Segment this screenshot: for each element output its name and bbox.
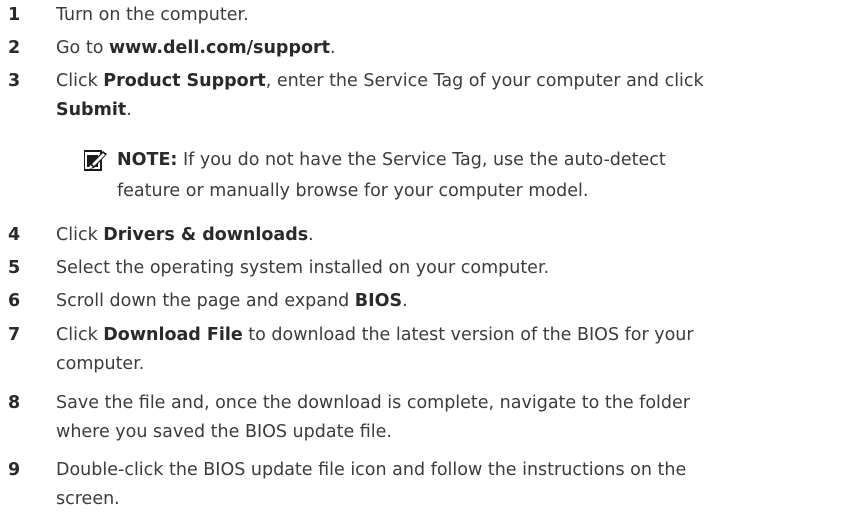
step-text-segment: . (126, 100, 132, 120)
support-url: www.dell.com/support (108, 38, 331, 58)
step-text-segment: Click (56, 225, 104, 245)
submit-label: Submit (56, 100, 127, 120)
step-text: Double-click the BIOS update file icon a… (56, 456, 846, 514)
step-text: Click Download File to download the late… (56, 321, 846, 379)
step-number: 8 (8, 393, 21, 413)
step-text-segment: . (308, 225, 314, 245)
note-text-segment: If you do not have the Service Tag, use … (177, 150, 666, 170)
bios-label: BIOS (354, 291, 403, 311)
step-text-segment: Click (56, 325, 104, 345)
step-text-segment: Click (56, 71, 104, 91)
step-number: 7 (8, 325, 21, 345)
step-text-line: screen. (56, 485, 846, 514)
step-text-segment: Scroll down the page and expand (56, 291, 355, 311)
step-number: 4 (8, 225, 21, 245)
drivers-downloads-label: Drivers & downloads (103, 225, 309, 245)
step-text-segment: computer. (56, 354, 145, 374)
step-text-line: where you saved the BIOS update file. (56, 418, 846, 447)
step-text: Click Product Support, enter the Service… (56, 67, 846, 125)
step-text-segment: . (402, 291, 408, 311)
step-number: 2 (8, 38, 21, 58)
download-file-label: Download File (103, 325, 243, 345)
step-text-segment: to download the latest version of the BI… (242, 325, 694, 345)
step-text: Go to www.dell.com/support. (56, 34, 846, 63)
step-text-line: Double-click the BIOS update file icon a… (56, 456, 846, 485)
note-line: feature or manually browse for your comp… (117, 176, 837, 207)
step-text-segment: screen. (56, 489, 120, 509)
step-number: 9 (8, 460, 21, 480)
note-text-segment: feature or manually browse for your comp… (117, 181, 589, 201)
step-text: Select the operating system installed on… (56, 254, 846, 283)
step-text-segment: Select the operating system installed on… (56, 258, 550, 278)
step-text-segment: . (330, 38, 336, 58)
step-text-segment: Double-click the BIOS update file icon a… (56, 460, 687, 480)
step-text: Scroll down the page and expand BIOS. (56, 287, 846, 316)
product-support-label: Product Support (103, 71, 266, 91)
step-text: Save the file and, once the download is … (56, 389, 846, 447)
note-line: NOTE: If you do not have the Service Tag… (117, 145, 837, 176)
step-text-segment: , enter the Service Tag of your computer… (265, 71, 704, 91)
step-text-line: Save the file and, once the download is … (56, 389, 846, 418)
step-text-line: Submit. (56, 96, 846, 125)
step-text-segment: where you saved the BIOS update file. (56, 422, 392, 442)
step-number: 5 (8, 258, 21, 278)
step-text-line: computer. (56, 350, 846, 379)
step-text: Turn on the computer. (56, 1, 846, 30)
step-number: 6 (8, 291, 21, 311)
step-number: 1 (8, 5, 21, 25)
step-text-segment: Go to (56, 38, 109, 58)
step-text-segment: Turn on the computer. (56, 5, 249, 25)
step-text-segment: Save the file and, once the download is … (56, 393, 690, 413)
step-number: 3 (8, 71, 21, 91)
note-pencil-icon (83, 149, 108, 171)
step-text-line: Click Product Support, enter the Service… (56, 67, 846, 96)
step-text: Click Drivers & downloads. (56, 221, 846, 250)
note-label: NOTE: (117, 150, 178, 170)
note-text: NOTE: If you do not have the Service Tag… (117, 145, 837, 207)
step-text-line: Click Download File to download the late… (56, 321, 846, 350)
